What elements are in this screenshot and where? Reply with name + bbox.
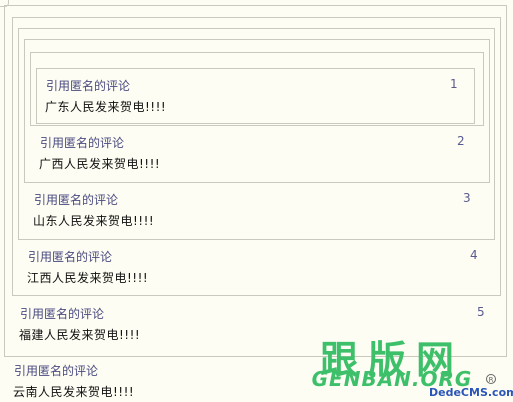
quote-content-1: 广东人民发来贺电!!!! xyxy=(45,100,167,114)
quote-content-4: 江西人民发来贺电!!!! xyxy=(27,271,149,285)
quote-header-5: 引用匿名的评论 xyxy=(20,307,105,321)
quote-number-1: 1 xyxy=(450,77,458,91)
quote-number-4: 4 xyxy=(470,248,478,262)
quote-content-2: 广西人民发来贺电!!!! xyxy=(39,157,161,171)
quote-content-5: 福建人民发来贺电!!!! xyxy=(19,328,141,342)
quote-header-4: 引用匿名的评论 xyxy=(28,250,113,264)
quote-header-6: 引用匿名的评论 xyxy=(14,364,99,378)
watermark-cms-text: DedeCMS.com xyxy=(429,386,513,399)
quote-number-3: 3 xyxy=(463,191,471,205)
quote-header-2: 引用匿名的评论 xyxy=(40,136,125,150)
registered-mark-icon: R xyxy=(486,374,496,384)
quote-header-3: 引用匿名的评论 xyxy=(34,193,119,207)
quote-number-2: 2 xyxy=(457,134,465,148)
quote-content-3: 山东人民发来贺电!!!! xyxy=(33,214,155,228)
quote-content-6: 云南人民发来贺电!!!! xyxy=(13,385,135,399)
quote-header-1: 引用匿名的评论 xyxy=(46,79,131,93)
quote-number-5: 5 xyxy=(477,305,485,319)
